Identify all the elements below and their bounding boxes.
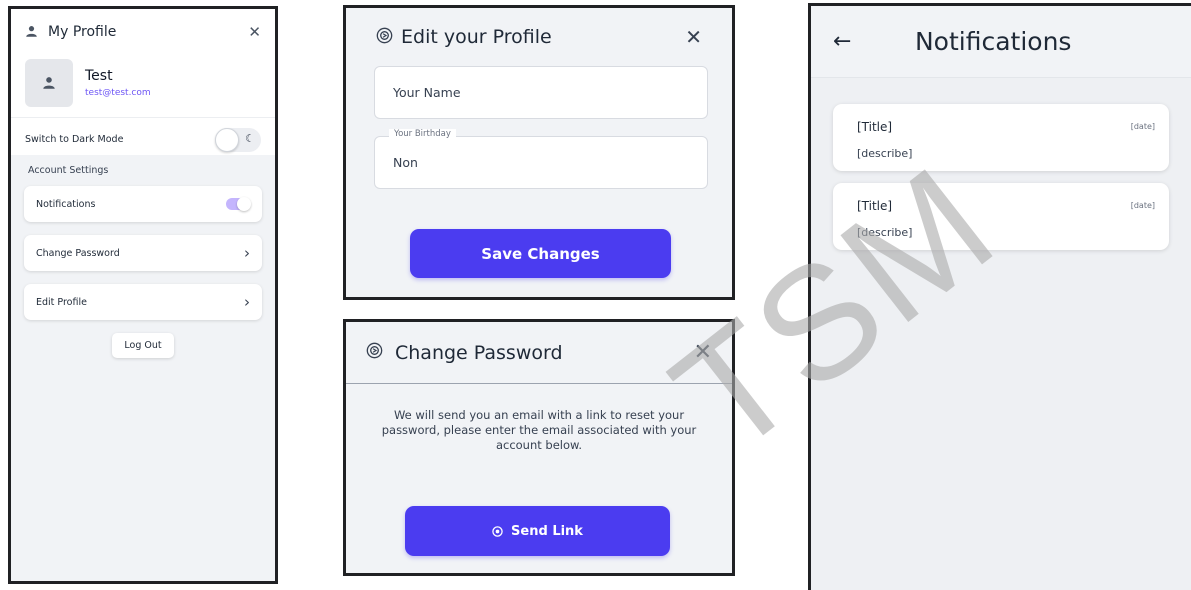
settings-item-change-password[interactable]: Change Password › (24, 235, 262, 271)
change-password-header: Change Password ✕ (346, 322, 732, 384)
notifications-header: ← Notifications (811, 6, 1191, 78)
avatar (25, 59, 73, 107)
send-link-label: Send Link (511, 523, 583, 539)
chevron-right-icon: › (244, 292, 250, 311)
settings-item-notifications[interactable]: Notifications (24, 186, 262, 222)
dark-mode-toggle[interactable]: ☾ (215, 127, 261, 152)
edit-profile-icon (376, 27, 393, 48)
change-password-panel: Change Password ✕ We will send you an em… (343, 319, 735, 576)
edit-profile-panel: Edit your Profile ✕ Your Name Your Birth… (343, 5, 735, 300)
notification-description: [describe] (857, 147, 913, 160)
settings-item-label: Edit Profile (36, 296, 87, 308)
logout-button[interactable]: Log Out (112, 333, 174, 358)
notification-card[interactable]: [Title] [describe] [date] (833, 183, 1169, 250)
close-icon[interactable]: ✕ (248, 23, 261, 41)
change-password-title: Change Password (395, 341, 563, 364)
notification-title: [Title] (857, 199, 893, 213)
save-changes-button[interactable]: Save Changes (410, 229, 671, 278)
profile-header: My Profile ✕ (11, 9, 275, 55)
edit-profile-header: Edit your Profile ✕ (346, 8, 732, 66)
notification-date: [date] (1130, 122, 1155, 131)
user-name: Test (85, 68, 113, 84)
profile-title: My Profile (48, 24, 117, 40)
settings-item-label: Notifications (36, 198, 96, 210)
birthday-field-value: Non (393, 155, 418, 170)
name-field-placeholder: Your Name (393, 85, 461, 100)
close-icon[interactable]: ✕ (685, 25, 702, 49)
notifications-list: [Title] [describe] [date] [Title] [descr… (811, 78, 1191, 590)
change-password-icon (366, 342, 383, 363)
notification-description: [describe] (857, 226, 913, 239)
moon-icon: ☾ (245, 131, 255, 145)
reset-instructions: We will send you an email with a link to… (381, 408, 697, 452)
notification-date: [date] (1130, 201, 1155, 210)
save-changes-label: Save Changes (481, 244, 600, 263)
account-settings-label: Account Settings (28, 165, 109, 176)
notifications-title: Notifications (914, 27, 1072, 56)
edit-profile-title: Edit your Profile (401, 26, 552, 48)
toggle-knob (237, 197, 251, 211)
toggle-knob (215, 127, 239, 152)
user-summary: Test test@test.com (11, 55, 275, 111)
birthday-field-label: Your Birthday (389, 129, 456, 139)
birthday-field[interactable]: Your Birthday Non (374, 129, 708, 189)
dark-mode-label: Switch to Dark Mode (25, 134, 124, 145)
notification-title: [Title] (857, 120, 893, 134)
person-icon (43, 77, 55, 89)
settings-item-edit-profile[interactable]: Edit Profile › (24, 284, 262, 320)
settings-item-label: Change Password (36, 247, 120, 259)
account-settings-section: Account Settings Notifications Change Pa… (11, 155, 275, 581)
user-email: test@test.com (85, 88, 151, 98)
back-arrow-icon[interactable]: ← (833, 29, 851, 54)
notification-card[interactable]: [Title] [describe] [date] (833, 104, 1169, 171)
name-field[interactable]: Your Name (374, 66, 708, 119)
notifications-toggle[interactable] (226, 197, 251, 211)
my-profile-panel: My Profile ✕ Test test@test.com Switch t… (8, 6, 278, 584)
notifications-panel: ← Notifications [Title] [describe] [date… (808, 3, 1191, 590)
link-icon (492, 525, 503, 537)
chevron-right-icon: › (244, 243, 250, 262)
close-icon[interactable]: ✕ (694, 340, 712, 365)
person-icon (25, 23, 38, 42)
user-info: Test test@test.com (85, 68, 151, 98)
send-link-button[interactable]: Send Link (405, 506, 670, 556)
